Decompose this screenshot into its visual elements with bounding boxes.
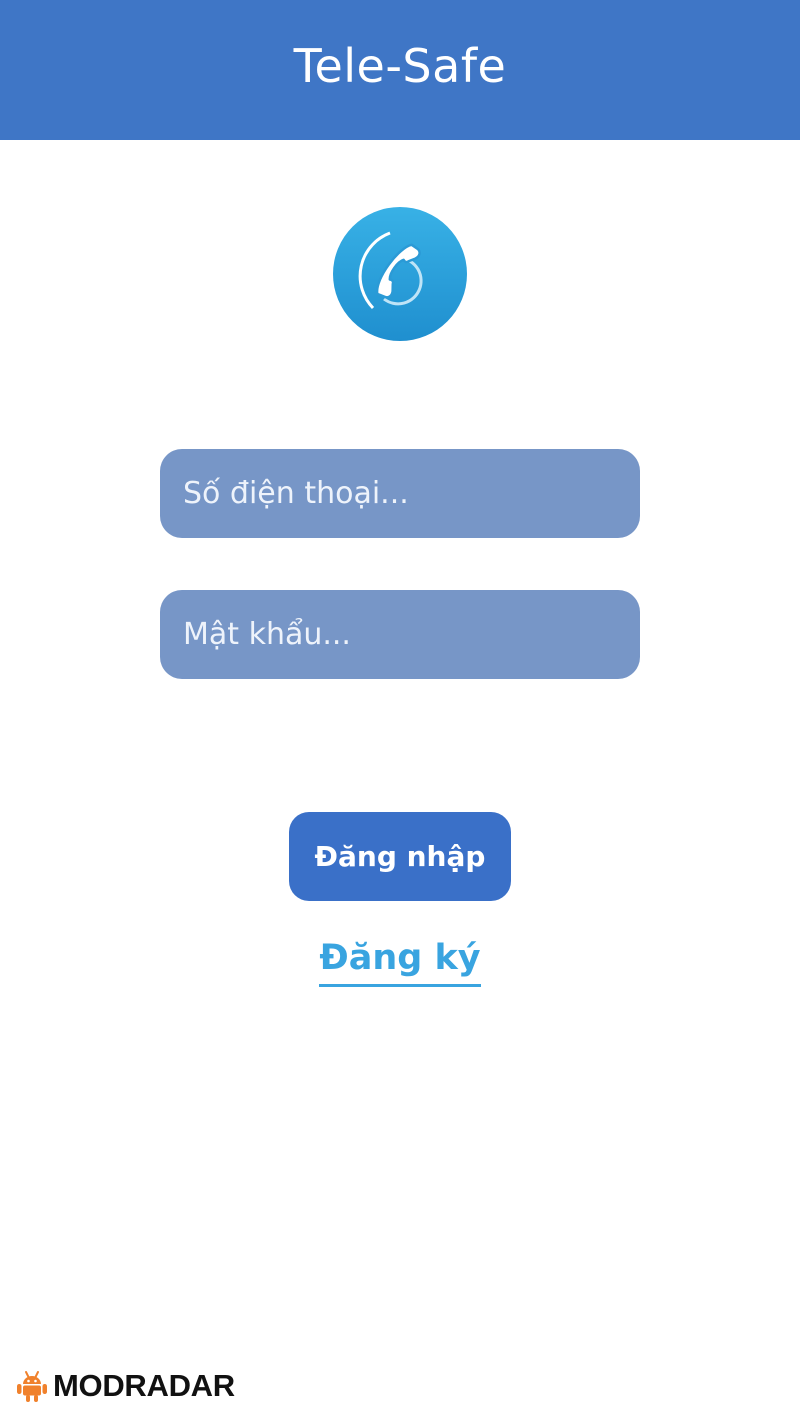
register-link[interactable]: Đăng ký xyxy=(319,938,481,987)
watermark: MODRADAR xyxy=(15,1366,235,1406)
app-title: Tele-Safe xyxy=(293,39,507,93)
login-button[interactable]: Đăng nhập xyxy=(289,812,511,901)
watermark-text: MODRADAR xyxy=(53,1368,235,1403)
phone-icon xyxy=(333,207,467,341)
password-input[interactable] xyxy=(160,590,640,679)
register-link-container: Đăng ký xyxy=(0,938,800,987)
android-icon xyxy=(17,1371,47,1402)
phone-number-input[interactable] xyxy=(160,449,640,538)
app-header: Tele-Safe xyxy=(0,0,800,140)
app-logo xyxy=(333,207,467,341)
